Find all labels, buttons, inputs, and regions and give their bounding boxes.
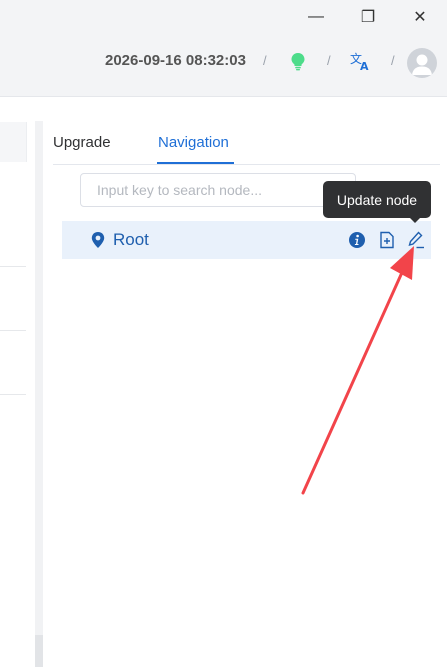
left-divider [0,330,26,331]
minimize-button[interactable]: — [290,0,342,34]
maximize-button[interactable]: ❐ [342,0,394,34]
tab-bar: Upgrade Navigation [53,122,440,165]
left-divider [0,266,26,267]
user-avatar-icon[interactable] [407,48,437,78]
left-card [0,122,27,162]
info-icon[interactable] [348,231,366,249]
tab-upgrade[interactable]: Upgrade [53,134,111,151]
lightbulb-icon[interactable] [287,50,309,72]
scrollbar-thumb[interactable] [35,635,43,667]
header-separator: / [327,53,331,68]
header-separator: / [263,53,267,68]
header-separator: / [391,53,395,68]
edit-icon[interactable] [406,230,426,250]
datetime-display: 2026-09-16 08:32:03 [105,52,246,69]
search-node-input[interactable] [80,173,356,207]
left-content-area [0,97,35,667]
add-file-icon[interactable] [378,231,396,249]
update-node-tooltip: Update node [323,181,431,218]
active-tab-indicator [157,162,234,164]
close-button[interactable]: ✕ [394,0,446,34]
svg-text:A: A [360,60,369,72]
tooltip-arrow [409,217,421,223]
tree-node-label: Root [113,230,149,249]
left-divider [0,394,26,395]
tree-node-root[interactable]: Root [62,221,431,259]
tab-navigation[interactable]: Navigation [158,134,229,151]
translate-icon[interactable]: 文 A [349,50,373,72]
scrollbar-track[interactable] [35,121,43,667]
location-pin-icon [91,232,105,248]
window-title-bar: — ❐ ✕ [0,0,447,34]
